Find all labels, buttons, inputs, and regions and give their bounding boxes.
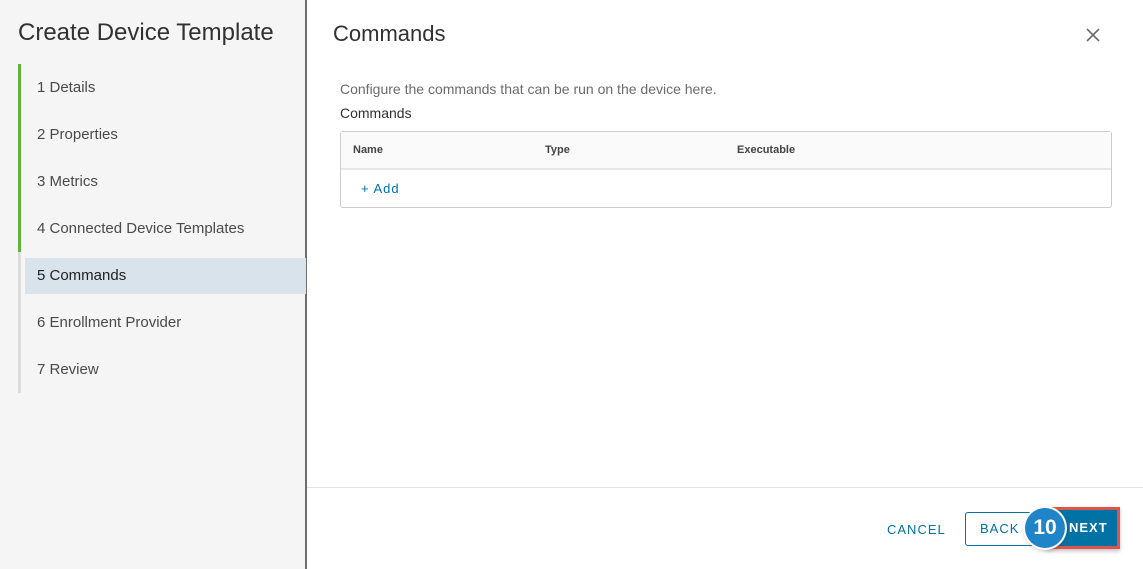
step-connected-device-templates[interactable]: 4 Connected Device Templates [18, 205, 306, 252]
dialog-main: Commands Configure the commands that can… [307, 0, 1143, 569]
column-header-type[interactable]: Type [545, 132, 570, 168]
step-details[interactable]: 1 Details [18, 64, 306, 111]
wizard-sidebar: Create Device Template 1 Details 2 Prope… [0, 0, 307, 569]
step-progress-bar [18, 346, 21, 393]
dialog-title: Commands [333, 21, 446, 46]
step-label: 2 Properties [37, 126, 118, 143]
step-progress-bar [18, 158, 21, 205]
step-label: 7 Review [37, 361, 99, 378]
step-progress-bar [18, 111, 21, 158]
grid-header: Name Type Executable [341, 132, 1111, 170]
wizard-title: Create Device Template [18, 19, 274, 46]
step-properties[interactable]: 2 Properties [18, 111, 306, 158]
callout-step-badge: 10 [1025, 508, 1065, 548]
step-label: 6 Enrollment Provider [37, 314, 182, 331]
commands-grid: Name Type Executable + Add [340, 131, 1112, 208]
step-progress-bar [18, 252, 21, 299]
grid-add-row: + Add [341, 170, 1111, 207]
step-progress-bar [18, 299, 21, 346]
next-button-label: NEXT [1069, 520, 1108, 535]
step-progress-bar [18, 64, 21, 111]
step-label: 1 Details [37, 79, 96, 96]
footer-divider [307, 487, 1143, 488]
step-review[interactable]: 7 Review [18, 346, 306, 393]
add-command-button[interactable]: + Add [361, 170, 400, 208]
step-commands[interactable]: 5 Commands [18, 252, 306, 299]
dialog-description: Configure the commands that can be run o… [340, 81, 717, 97]
step-enrollment-provider[interactable]: 6 Enrollment Provider [18, 299, 306, 346]
commands-section-label: Commands [340, 105, 412, 121]
close-icon[interactable] [1083, 25, 1103, 45]
step-label: 4 Connected Device Templates [37, 220, 245, 237]
cancel-button[interactable]: CANCEL [877, 513, 956, 547]
column-header-name[interactable]: Name [353, 132, 383, 168]
step-metrics[interactable]: 3 Metrics [18, 158, 306, 205]
step-label: 3 Metrics [37, 173, 98, 190]
column-header-executable[interactable]: Executable [737, 132, 795, 168]
wizard-steps: 1 Details 2 Properties 3 Metrics 4 Conne… [18, 64, 306, 399]
step-label: 5 Commands [37, 267, 127, 284]
step-progress-bar [18, 205, 21, 252]
